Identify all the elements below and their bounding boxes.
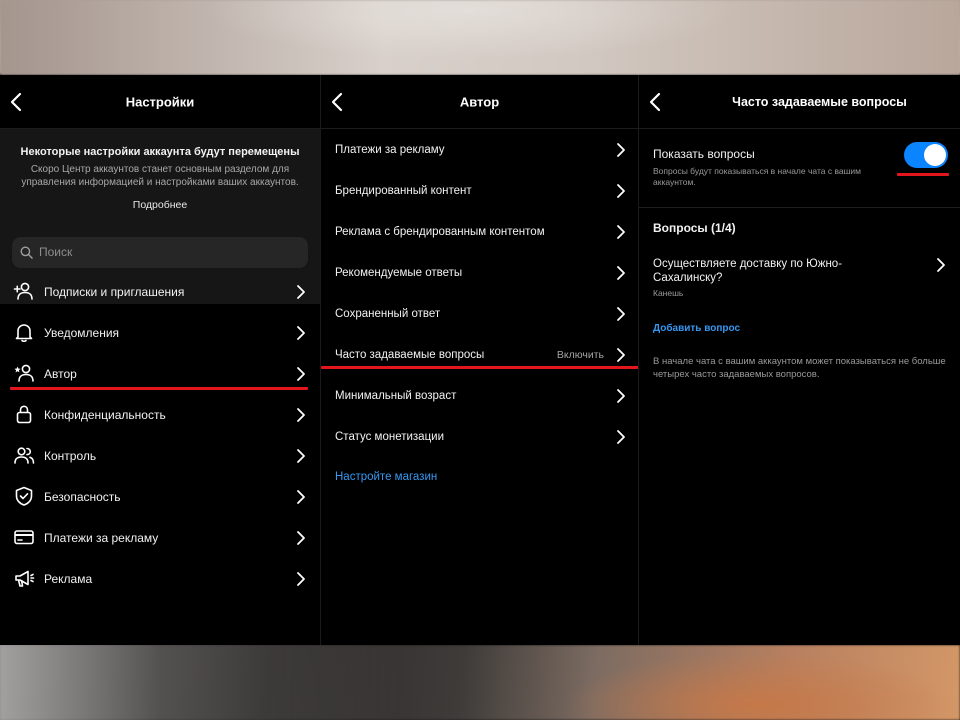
author-header: Автор [321,75,638,129]
chevron-right-icon [614,224,628,240]
faq-info-text: В начале чата с вашим аккаунтом может по… [653,356,946,380]
chevron-right-icon [294,571,308,587]
star-person-icon [13,362,35,384]
sidebar-item-notifications[interactable]: Уведомления [0,312,320,353]
show-questions-description: Вопросы будут показываться в начале чата… [653,166,862,187]
row-label: Рекомендуемые ответы [335,266,463,279]
row-label: Автор [44,366,77,381]
row-label: Платежи за рекламу [44,530,159,545]
menu-item-saved-reply[interactable]: Сохраненный ответ [321,293,638,334]
row-label: Платежи за рекламу [335,143,445,156]
toggle-knob [924,144,946,166]
sidebar-item-subscriptions[interactable]: Подписки и приглашения [0,271,320,312]
sidebar-item-privacy[interactable]: Конфиденциальность [0,394,320,435]
row-label: Сохраненный ответ [335,307,441,320]
chevron-right-icon [614,347,628,363]
learn-more-link[interactable]: Подробнее [14,199,306,211]
row-label: Реклама [44,571,93,586]
faq-header: Часто задаваемые вопросы [639,75,960,129]
row-label: Безопасность [44,489,121,504]
back-icon[interactable] [645,91,667,113]
menu-item-branded-ads[interactable]: Реклама с брендированным контентом [321,211,638,252]
row-label: Подписки и приглашения [44,284,185,299]
menu-item-branded-content[interactable]: Брендированный контент [321,170,638,211]
row-label: Реклама с брендированным контентом [335,225,545,238]
show-questions-toggle[interactable] [904,142,948,168]
question-text: Осуществляете доставку по Южно-Сахалинск… [653,258,843,284]
chevron-right-icon [934,257,948,273]
add-person-icon [13,280,35,302]
add-question-button[interactable]: Добавить вопрос [653,323,740,334]
search-input[interactable]: Поиск [12,237,308,268]
chevron-right-icon [614,183,628,199]
question-answer: Канешь [653,288,684,298]
divider [639,207,960,208]
chevron-right-icon [294,489,308,505]
questions-header: Вопросы (1/4) [653,221,736,235]
page-title: Часто задаваемые вопросы [732,95,907,109]
menu-item-min-age[interactable]: Минимальный возраст [321,375,638,416]
shield-check-icon [13,485,35,507]
chevron-right-icon [614,306,628,322]
highlight-underline [321,366,638,369]
chevron-right-icon [614,265,628,281]
row-label: Уведомления [44,325,120,340]
chevron-right-icon [294,407,308,423]
notice-title: Некоторые настройки аккаунта будут перем… [20,146,300,158]
page-title: Автор [459,94,500,110]
page-title: Настройки [125,94,195,110]
people-icon [13,444,35,466]
chevron-right-icon [294,325,308,341]
settings-panel: Настройки Некоторые настройки аккаунта б… [0,75,320,645]
author-panel: Автор Платежи за рекламу Брендированный … [320,75,638,645]
lock-icon [13,403,35,425]
sidebar-item-security[interactable]: Безопасность [0,476,320,517]
chevron-right-icon [294,366,308,382]
chevron-right-icon [614,142,628,158]
chevron-right-icon [294,448,308,464]
show-questions-label: Показать вопросы [653,147,755,161]
search-icon [20,246,33,259]
search-placeholder: Поиск [39,245,73,259]
chevron-right-icon [614,429,628,445]
chevron-right-icon [294,284,308,300]
chevron-right-icon [294,530,308,546]
row-label: Часто задаваемые вопросы [335,348,485,361]
card-icon [13,526,35,548]
setup-shop-link[interactable]: Настройте магазин [335,471,437,483]
row-label: Брендированный контент [335,184,472,197]
question-item[interactable]: Осуществляете доставку по Южно-Сахалинск… [639,253,960,303]
faq-panel: Часто задаваемые вопросы Показать вопрос… [638,75,960,645]
megaphone-icon [13,567,35,589]
menu-item-suggested-replies[interactable]: Рекомендуемые ответы [321,252,638,293]
sidebar-item-control[interactable]: Контроль [0,435,320,476]
highlight-underline [897,173,949,176]
menu-item-ad-payments[interactable]: Платежи за рекламу [321,129,638,170]
chevron-right-icon [614,388,628,404]
row-value: Включить [556,348,604,361]
settings-header: Настройки [0,75,320,129]
sidebar-item-ad-payments[interactable]: Платежи за рекламу [0,517,320,558]
notice-text: Скоро Центр аккаунтов станет основным ра… [21,164,299,188]
background-shade [0,645,400,720]
row-label: Конфиденциальность [44,407,166,422]
sidebar-item-ads[interactable]: Реклама [0,558,320,599]
row-label: Статус монетизации [335,430,445,443]
row-label: Минимальный возраст [335,389,457,402]
menu-item-monetization[interactable]: Статус монетизации [321,416,638,457]
row-label: Контроль [44,448,97,463]
highlight-underline [10,387,308,390]
background-top [0,0,960,75]
bell-icon [13,321,35,343]
